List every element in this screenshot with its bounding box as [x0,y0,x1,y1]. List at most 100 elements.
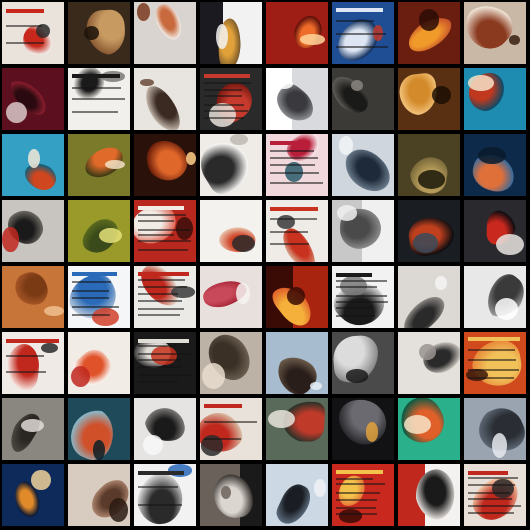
tile-shape [99,227,122,244]
tile-text-stroke [335,513,378,516]
tile-text-stroke [335,306,373,309]
tile-text-stroke [269,217,318,220]
image-tile [68,134,130,196]
tile-text-stroke [335,315,375,318]
image-tile [464,464,526,526]
tile-text-stroke [335,499,378,502]
tile-shape [332,70,374,121]
tile-text-stroke [137,285,187,288]
image-tile [200,2,262,64]
tile-shape [468,337,524,390]
tile-text-stroke [467,337,521,342]
image-tile [266,200,328,262]
tile-text-stroke [467,471,509,476]
tile-shape [31,470,51,491]
tile-text-stroke [137,503,182,506]
tile-shape [435,276,448,290]
image-tile [68,266,130,328]
image-tile [464,332,526,394]
tile-text-stroke [335,8,383,13]
image-tile [2,398,64,460]
tile-shape [200,134,257,196]
image-tile [68,464,130,526]
image-tile [266,398,328,460]
tile-shape [492,478,514,499]
tile-text-stroke [137,365,182,368]
tile-shape [139,80,187,130]
tile-text-stroke [5,24,43,27]
image-tile [332,464,394,526]
image-tile [398,332,460,394]
image-tile [398,398,460,460]
tile-text-stroke [269,207,318,212]
tile-shape [431,85,451,105]
image-tile [68,332,130,394]
tile-text-stroke [467,376,515,379]
image-tile [134,464,196,526]
tile-text-stroke [137,359,183,362]
tile-text-stroke [335,483,385,486]
tile-shape [2,227,19,252]
tile-shape [20,418,45,433]
image-tile [464,134,526,196]
tile-text-stroke [203,109,248,112]
image-tile [332,2,394,64]
tile-text-stroke [203,81,252,84]
image-tile [332,200,394,262]
tile-shape [492,432,508,458]
tile-text-stroke [71,280,112,283]
image-tile [2,332,64,394]
tile-shape [151,345,177,365]
image-tile [266,68,328,130]
tile-shape [215,23,228,50]
tile-text-stroke [137,373,193,376]
tile-shape [413,232,438,253]
tile-shape [464,2,521,58]
tile-shape [136,3,151,22]
image-tile [398,2,460,64]
tile-text-stroke [71,86,121,89]
image-tile [398,266,460,328]
tile-text-stroke [203,403,243,408]
tile-text-stroke [137,272,189,277]
image-tile [464,68,526,130]
tile-text-stroke [137,248,188,251]
tile-text-stroke [137,307,184,310]
tile-text-stroke [335,470,384,475]
tile-text-stroke [467,476,518,479]
tile-shape [365,422,379,442]
tile-text-stroke [467,484,515,487]
tile-text-stroke [269,157,318,160]
image-tile [332,266,394,328]
tile-shape [92,439,105,460]
image-tile [200,332,262,394]
image-tile [464,2,526,64]
tile-shape [267,409,296,428]
tile-shape [136,472,184,526]
tile-text-stroke [71,110,119,113]
image-tile [2,68,64,130]
tile-text-stroke [137,300,183,303]
tile-shape [109,498,129,523]
image-tile [134,266,196,328]
tile-shape [209,102,237,127]
tile-shape [92,308,120,327]
tile-text-stroke [137,278,185,281]
tile-text-stroke [269,182,324,185]
tile-text-stroke [137,352,191,355]
image-tile [266,464,328,526]
tile-shape [185,152,196,166]
tile-text-stroke [203,74,251,79]
tile-text-stroke [137,470,185,475]
tile-text-stroke [203,437,241,440]
tile-text-stroke [335,279,387,282]
image-tile [134,134,196,196]
tile-text-stroke [71,271,117,276]
tile-shape [286,286,305,305]
tile-text-stroke [335,491,380,494]
tile-text-stroke [269,172,319,175]
tile-shape [313,478,326,497]
tile-shape [4,342,42,392]
tile-shape [230,134,248,146]
tile-shape [289,12,325,53]
